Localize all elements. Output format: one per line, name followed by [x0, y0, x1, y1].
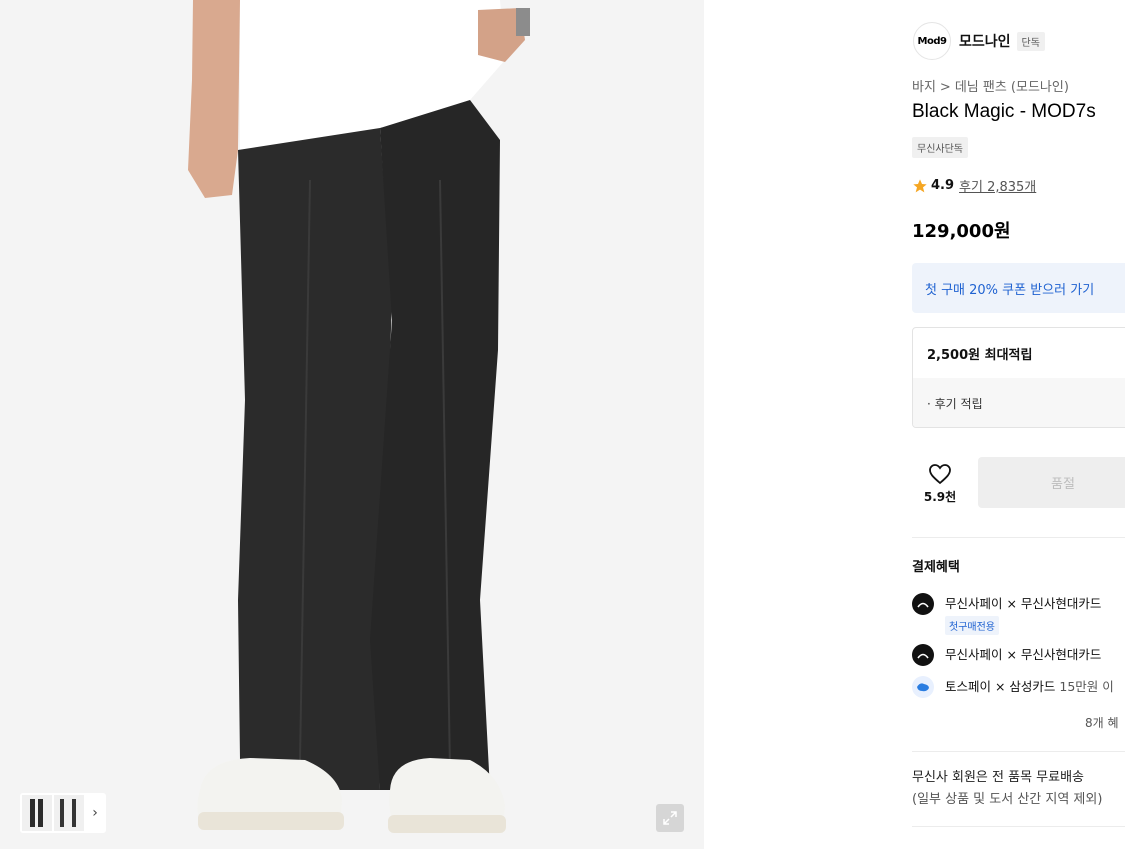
exclusive-tag: 무신사단독: [912, 137, 968, 158]
brand-row[interactable]: Mod9 모드나인 단독: [913, 22, 1045, 60]
product-photo: [188, 0, 530, 833]
breadcrumb-subcategory[interactable]: 데님 팬츠 (모드나인): [955, 80, 1069, 95]
star-icon: [913, 178, 927, 192]
like-button[interactable]: 5.9천: [912, 458, 968, 510]
brand-name[interactable]: 모드나인: [959, 31, 1011, 51]
musinsa-pay-icon: [912, 593, 934, 615]
benefit-text: 무신사페이 × 무신사현대카드: [945, 596, 1102, 611]
divider: [912, 751, 1125, 752]
divider: [912, 537, 1125, 538]
toss-pay-icon: [912, 676, 934, 698]
benefit-item[interactable]: 무신사페이 × 무신사현대카드 첫구매전용: [912, 593, 1101, 635]
product-price: 129,000원: [912, 221, 1011, 242]
breadcrumb-category[interactable]: 바지: [912, 80, 936, 95]
shipping-line-2: (일부 상품 및 도서 산간 지역 제외): [912, 792, 1103, 807]
shipping-info: 무신사 회원은 전 품목 무료배송 (일부 상품 및 도서 산간 지역 제외): [912, 767, 1102, 811]
max-points: 2,500원 최대적립: [927, 347, 1033, 363]
product-info-panel: Mod9 모드나인 단독 바지 > 데님 팬츠 (모드나인) Black Magic…: [893, 0, 1125, 849]
product-image-area[interactable]: ›: [0, 0, 704, 849]
divider: [912, 826, 1125, 827]
musinsa-pay-icon: [912, 644, 934, 666]
heart-icon: [929, 464, 951, 485]
soldout-button[interactable]: 품절: [978, 457, 1125, 508]
thumbnail-1[interactable]: [22, 795, 52, 831]
breadcrumb: 바지 > 데님 팬츠 (모드나인): [912, 76, 1069, 95]
rating-row: 4.9 후기 2,835개: [912, 176, 1036, 195]
brand-exclusive-badge: 단독: [1016, 31, 1045, 51]
like-count: 5.9천: [923, 490, 957, 504]
shipping-line-1: 무신사 회원은 전 품목 무료배송: [912, 770, 1085, 785]
thumbnail-strip: ›: [20, 793, 106, 833]
thumbnail-next-icon[interactable]: ›: [86, 795, 104, 831]
benefit-extra: 15만원 이: [1055, 679, 1114, 694]
first-purchase-coupon-button[interactable]: 첫 구매 20% 쿠폰 받으러 가기: [912, 263, 1125, 313]
breadcrumb-separator: >: [939, 80, 951, 95]
more-benefits-link[interactable]: 8개 혜: [1085, 714, 1119, 731]
rating-score: 4.9: [931, 178, 955, 193]
review-points: · 후기 적립: [913, 378, 1125, 427]
brand-logo[interactable]: Mod9: [913, 22, 951, 60]
reviews-link[interactable]: 후기 2,835개: [959, 176, 1036, 195]
benefit-text: 무신사페이 × 무신사현대카드: [945, 647, 1102, 662]
thumbnail-2[interactable]: [54, 795, 84, 831]
points-box: 2,500원 최대적립 · 후기 적립: [912, 327, 1125, 428]
benefit-item[interactable]: 토스페이 × 삼성카드 15만원 이: [912, 676, 1114, 698]
benefit-tag: 첫구매전용: [945, 616, 999, 635]
payment-benefits-title: 결제혜택: [912, 560, 960, 575]
benefit-text: 토스페이 × 삼성카드: [945, 679, 1056, 694]
product-title: Black Magic - MOD7s: [912, 101, 1096, 122]
benefit-item[interactable]: 무신사페이 × 무신사현대카드: [912, 644, 1101, 666]
expand-icon[interactable]: [656, 804, 684, 832]
